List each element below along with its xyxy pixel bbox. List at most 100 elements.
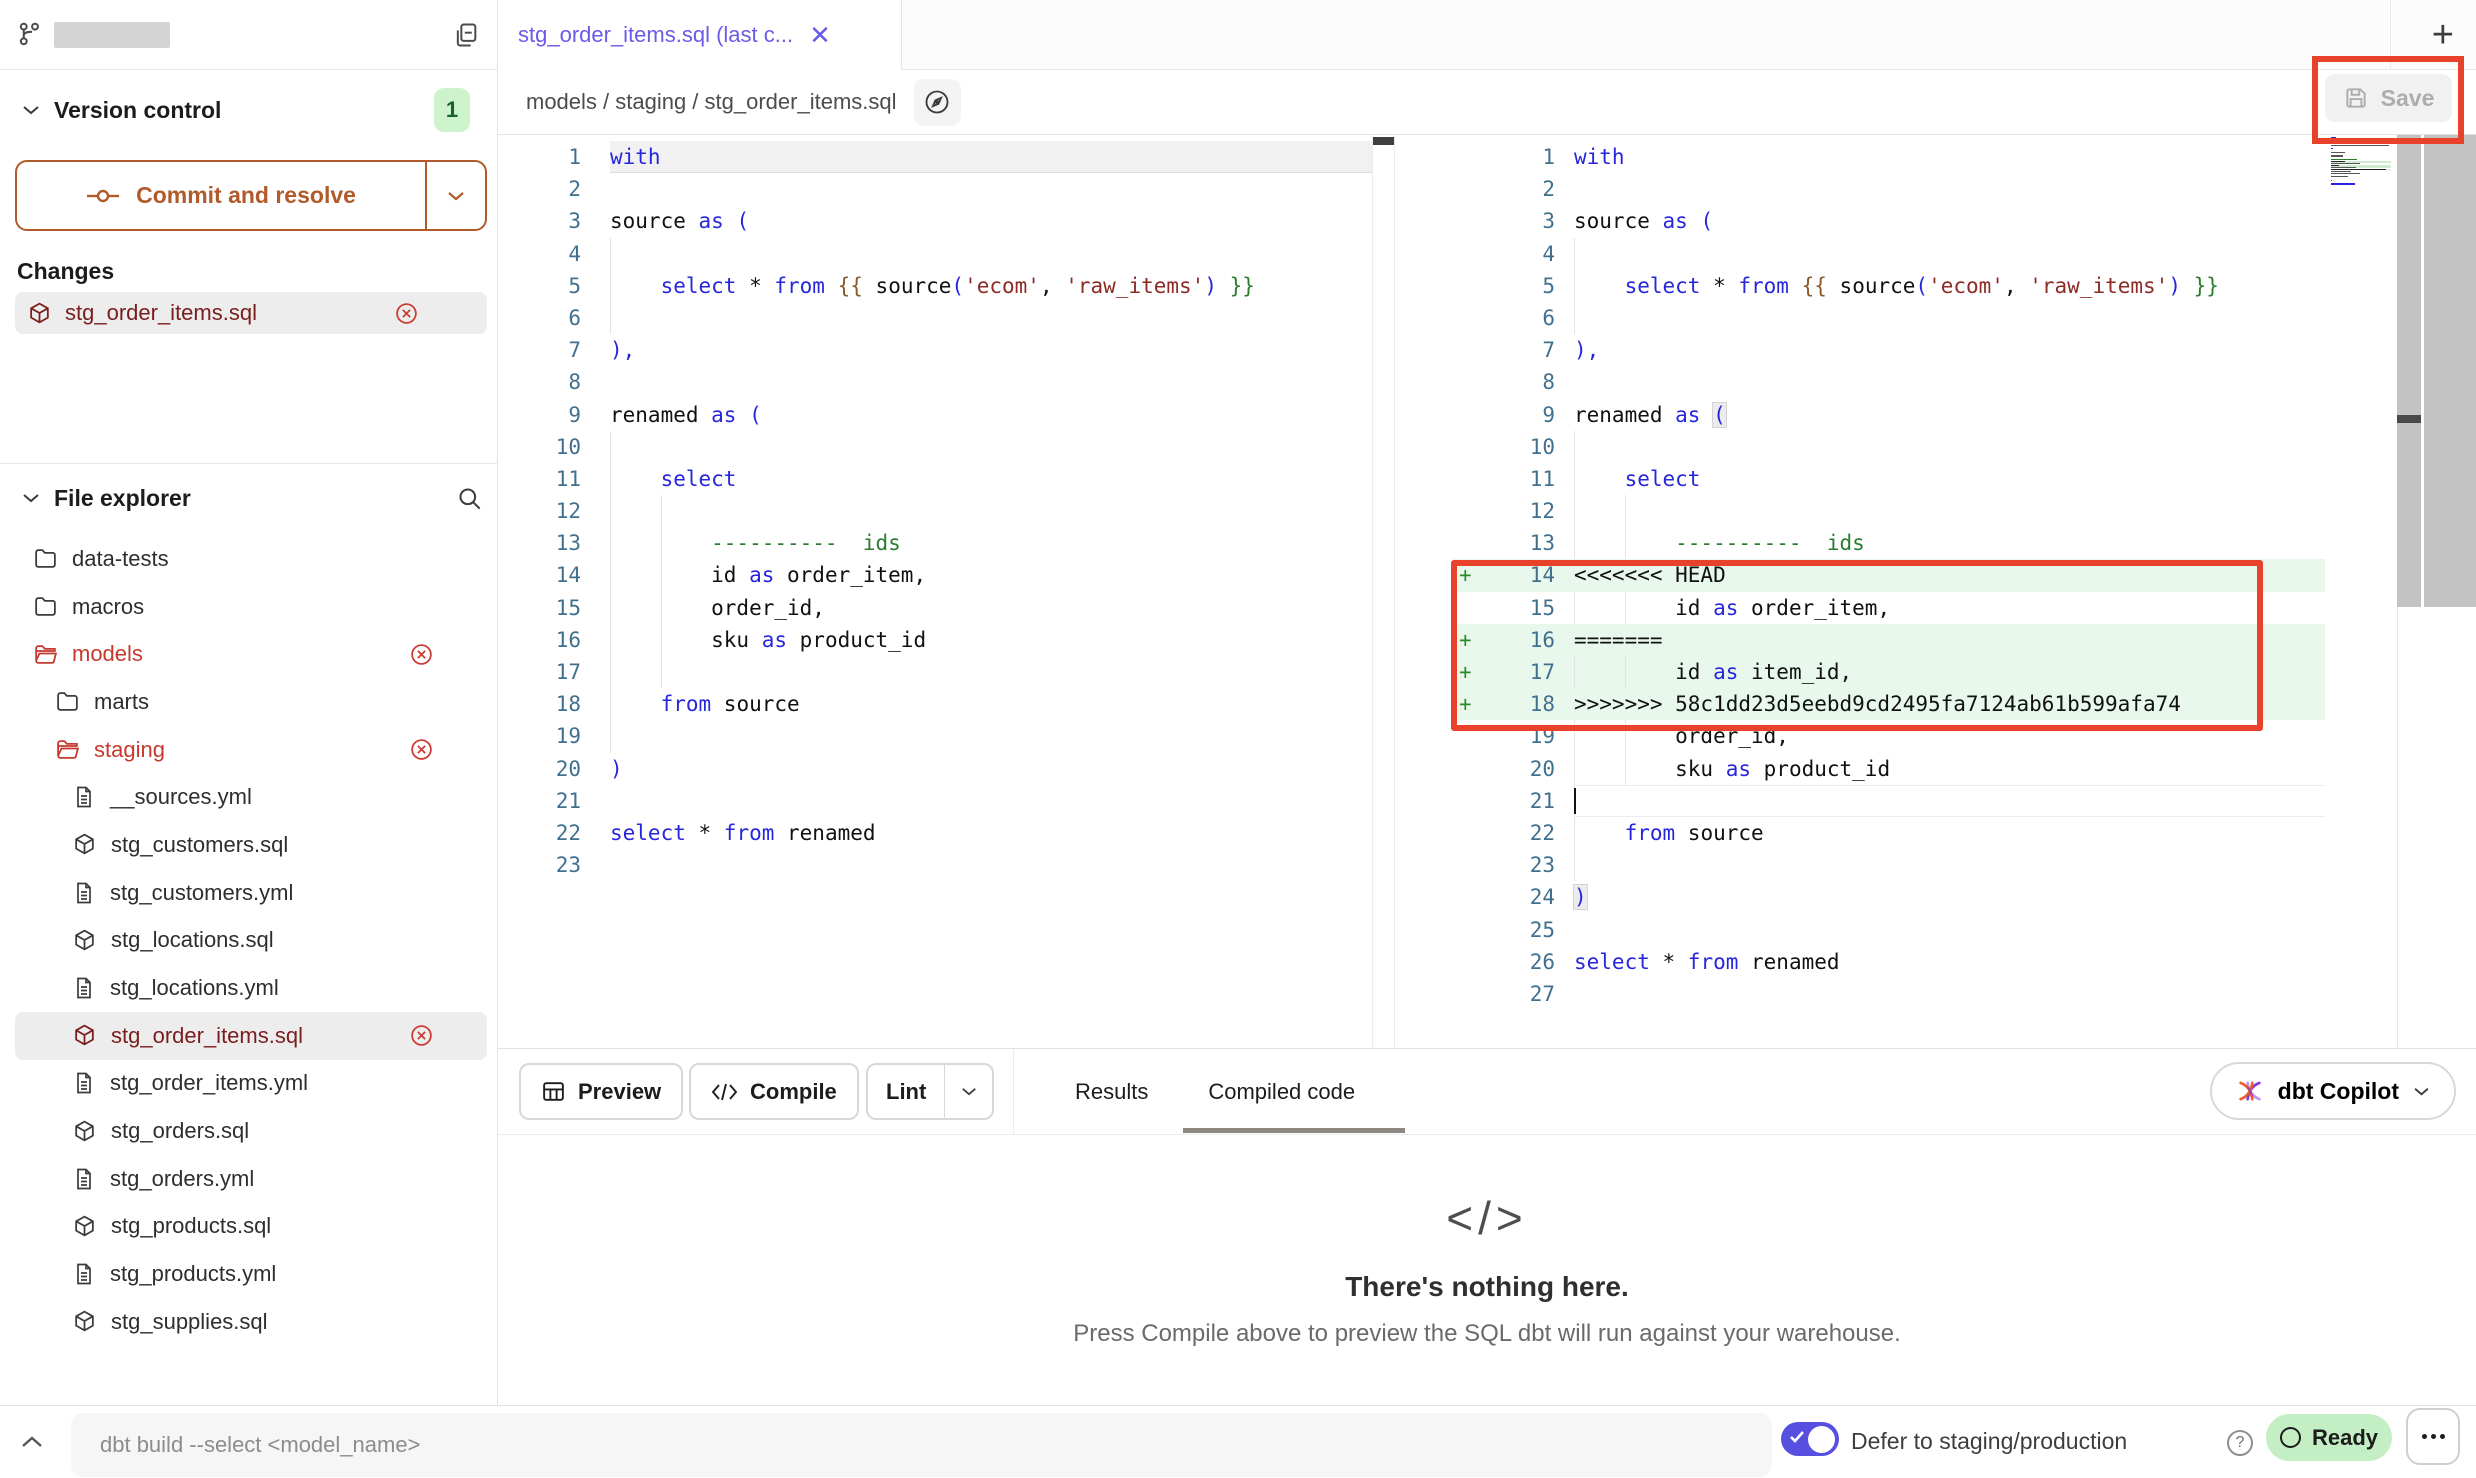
file-row-stg-products-yml[interactable]: stg_products.yml — [15, 1250, 487, 1298]
tab-compiled-code[interactable]: Compiled code — [1208, 1079, 1355, 1105]
code-line[interactable]: 1with — [1453, 141, 2325, 173]
defer-toggle[interactable] — [1781, 1422, 1839, 1456]
code-line[interactable]: 2 — [498, 173, 1372, 205]
file-row-stg-locations-yml[interactable]: stg_locations.yml — [15, 964, 487, 1012]
copy-icon[interactable] — [452, 21, 480, 49]
code-line[interactable]: 13 ---------- ids — [1453, 527, 2325, 559]
code-line[interactable]: 12 — [498, 495, 1372, 527]
code-line[interactable]: 19 — [498, 720, 1372, 752]
code-line[interactable]: 20) — [498, 753, 1372, 785]
code-line[interactable]: 22select * from renamed — [498, 817, 1372, 849]
editor-scrollbar-track[interactable] — [2397, 135, 2421, 607]
lineage-compass-icon[interactable] — [914, 79, 961, 126]
file-row-stg-customers-yml[interactable]: stg_customers.yml — [15, 869, 487, 917]
code-line[interactable]: 3source as ( — [498, 205, 1372, 237]
commit-main-action[interactable]: Commit and resolve — [17, 162, 425, 229]
code-line[interactable]: 18 from source — [498, 688, 1372, 720]
code-line[interactable]: 11 select — [1453, 463, 2325, 495]
code-line[interactable]: 19 order_id, — [1453, 720, 2325, 752]
file-row-stg-orders-yml[interactable]: stg_orders.yml — [15, 1155, 487, 1203]
file-row-macros[interactable]: macros — [15, 583, 487, 631]
code-line[interactable]: 14 id as order_item, — [498, 559, 1372, 591]
code-line[interactable]: +16======= — [1453, 624, 2325, 656]
file-row-stg-supplies-sql[interactable]: stg_supplies.sql — [15, 1298, 487, 1346]
new-tab-button[interactable]: + — [2432, 16, 2454, 54]
code-line[interactable]: 21 — [498, 785, 1372, 817]
help-icon[interactable]: ? — [2227, 1430, 2253, 1456]
commit-options-dropdown[interactable] — [425, 162, 485, 229]
code-line[interactable]: 5 select * from {{ source('ecom', 'raw_i… — [1453, 270, 2325, 302]
close-icon[interactable]: ✕ — [809, 22, 831, 48]
code-line[interactable]: 9renamed as ( — [498, 399, 1372, 431]
code-line[interactable]: 15 order_id, — [498, 592, 1372, 624]
left-pane-scrollbar[interactable] — [1372, 135, 1395, 1048]
code-line[interactable]: 6 — [1453, 302, 2325, 334]
code-line[interactable]: 6 — [498, 302, 1372, 334]
code-line[interactable]: 7), — [498, 334, 1372, 366]
dbt-copilot-button[interactable]: dbt Copilot — [2210, 1062, 2456, 1120]
file-explorer-header[interactable]: File explorer — [22, 476, 483, 520]
preview-button[interactable]: Preview — [519, 1063, 683, 1120]
tab-results[interactable]: Results — [1075, 1079, 1148, 1105]
code-line[interactable]: 24) — [1453, 881, 2325, 913]
tab-stg-order-items[interactable]: stg_order_items.sql (last c... ✕ — [498, 0, 902, 70]
search-icon[interactable] — [456, 485, 483, 512]
code-line[interactable]: 4 — [498, 238, 1372, 270]
code-line[interactable]: 23 — [1453, 849, 2325, 881]
code-line[interactable]: 1with — [498, 141, 1372, 173]
minimap-slider-track[interactable] — [2424, 135, 2476, 607]
code-line[interactable]: +18>>>>>>> 58c1dd23d5eebd9cd2495fa7124ab… — [1453, 688, 2325, 720]
code-line[interactable]: 20 sku as product_id — [1453, 753, 2325, 785]
lint-button[interactable]: Lint — [868, 1065, 944, 1118]
save-button[interactable]: Save — [2325, 74, 2452, 122]
code-line[interactable]: 17 — [498, 656, 1372, 688]
code-line[interactable]: 10 — [498, 431, 1372, 463]
editor-pane-last-commit[interactable]: 1with23source as (45 select * from {{ so… — [498, 135, 1372, 1048]
editor-scrollbar-thumb[interactable] — [2397, 415, 2421, 423]
version-control-header[interactable]: Version control 1 — [22, 88, 483, 132]
code-line[interactable]: 21 — [1453, 785, 2325, 817]
code-line[interactable]: 26select * from renamed — [1453, 946, 2325, 978]
lint-options-dropdown[interactable] — [944, 1065, 992, 1118]
file-row-marts[interactable]: marts — [15, 678, 487, 726]
code-line[interactable]: 22 from source — [1453, 817, 2325, 849]
minimap[interactable] — [2331, 137, 2391, 187]
code-line[interactable]: 23 — [498, 849, 1372, 881]
code-line[interactable]: 5 select * from {{ source('ecom', 'raw_i… — [498, 270, 1372, 302]
code-line[interactable]: 15 id as order_item, — [1453, 592, 2325, 624]
file-row-stg-orders-sql[interactable]: stg_orders.sql — [15, 1107, 487, 1155]
code-line[interactable]: 3source as ( — [1453, 205, 2325, 237]
left-pane-scrollbar-thumb[interactable] — [1373, 137, 1394, 145]
changed-file-row[interactable]: stg_order_items.sql — [15, 292, 487, 334]
compile-button[interactable]: Compile — [689, 1063, 859, 1120]
file-row-stg-customers-sql[interactable]: stg_customers.sql — [15, 821, 487, 869]
command-input[interactable] — [71, 1413, 1772, 1477]
code-line[interactable]: 11 select — [498, 463, 1372, 495]
file-row-staging[interactable]: staging — [15, 726, 487, 774]
file-row-stg-order-items-yml[interactable]: stg_order_items.yml — [15, 1060, 487, 1108]
file-row--sources-yml[interactable]: __sources.yml — [15, 773, 487, 821]
code-line[interactable]: 4 — [1453, 238, 2325, 270]
code-line[interactable]: 27 — [1453, 978, 2325, 1010]
code-line[interactable]: 9renamed as ( — [1453, 399, 2325, 431]
file-row-stg-order-items-sql[interactable]: stg_order_items.sql — [15, 1012, 487, 1060]
code-line[interactable]: 8 — [1453, 366, 2325, 398]
file-row-models[interactable]: models — [15, 630, 487, 678]
file-row-stg-locations-sql[interactable]: stg_locations.sql — [15, 917, 487, 965]
code-line[interactable]: +14<<<<<<< HEAD — [1453, 559, 2325, 591]
more-options-button[interactable] — [2406, 1408, 2460, 1465]
code-line[interactable]: 25 — [1453, 914, 2325, 946]
file-row-data-tests[interactable]: data-tests — [15, 535, 487, 583]
code-line[interactable]: 2 — [1453, 173, 2325, 205]
editor-pane-current[interactable]: 1with23source as (45 select * from {{ so… — [1395, 135, 2476, 1048]
code-line[interactable]: 10 — [1453, 431, 2325, 463]
code-line[interactable]: 8 — [498, 366, 1372, 398]
code-line[interactable]: 7), — [1453, 334, 2325, 366]
code-line[interactable]: 12 — [1453, 495, 2325, 527]
code-line[interactable]: +17 id as item_id, — [1453, 656, 2325, 688]
code-line[interactable]: 13 ---------- ids — [498, 527, 1372, 559]
chevron-up-icon[interactable] — [20, 1434, 44, 1449]
file-row-stg-products-sql[interactable]: stg_products.sql — [15, 1203, 487, 1251]
git-branch-icon[interactable] — [17, 21, 44, 48]
code-line[interactable]: 16 sku as product_id — [498, 624, 1372, 656]
